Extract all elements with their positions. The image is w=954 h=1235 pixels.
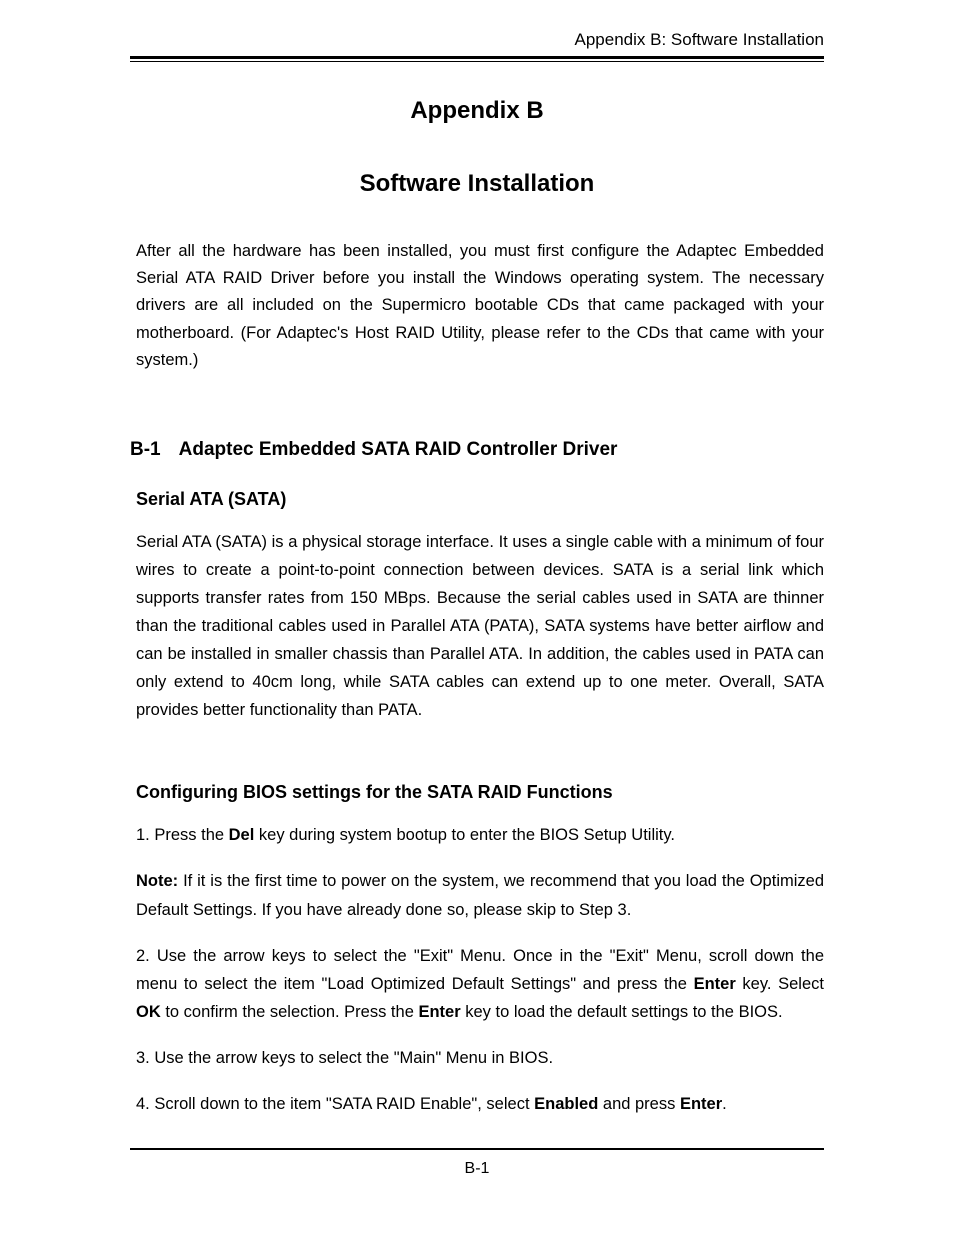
step-1: 1. Press the Del key during system bootu…	[136, 821, 824, 849]
subsection-sata-body: Serial ATA (SATA) is a physical storage …	[136, 528, 824, 724]
step-2-key-ok: OK	[136, 1003, 161, 1021]
step-1-key: Del	[229, 826, 255, 844]
step-2-mid1: key. Select	[736, 975, 824, 993]
header-rule	[130, 56, 824, 62]
step-4-mid: and press	[598, 1095, 680, 1113]
page-number: B-1	[130, 1160, 824, 1178]
step-3: 3. Use the arrow keys to select the "Mai…	[136, 1044, 824, 1072]
step-2-key-enter-2: Enter	[418, 1003, 460, 1021]
section-b1-heading: B-1 Adaptec Embedded SATA RAID Controlle…	[130, 439, 824, 461]
step-4-pre: 4. Scroll down to the item "SATA RAID En…	[136, 1095, 534, 1113]
note-label: Note:	[136, 872, 178, 890]
step-4-post: .	[722, 1095, 727, 1113]
step-2-mid2: to confirm the selection. Press the	[161, 1003, 419, 1021]
footer-rule	[130, 1148, 824, 1150]
step-4-key-enabled: Enabled	[534, 1095, 598, 1113]
note-paragraph: Note: If it is the first time to power o…	[136, 867, 824, 923]
running-header: Appendix B: Software Installation	[130, 30, 824, 50]
step-4-key-enter: Enter	[680, 1095, 722, 1113]
subsection-bios-heading: Configuring BIOS settings for the SATA R…	[136, 782, 824, 803]
appendix-title: Software Installation	[130, 170, 824, 198]
step-2-post: key to load the default settings to the …	[461, 1003, 783, 1021]
step-1-post: key during system bootup to enter the BI…	[254, 826, 675, 844]
subsection-sata-heading: Serial ATA (SATA)	[136, 489, 824, 510]
intro-paragraph: After all the hardware has been installe…	[130, 238, 824, 374]
step-1-pre: 1. Press the	[136, 826, 229, 844]
section-number: B-1	[130, 439, 161, 461]
note-body: If it is the first time to power on the …	[136, 872, 824, 918]
appendix-label: Appendix B	[130, 97, 824, 125]
step-2: 2. Use the arrow keys to select the "Exi…	[136, 942, 824, 1026]
step-2-key-enter-1: Enter	[694, 975, 736, 993]
step-4: 4. Scroll down to the item "SATA RAID En…	[136, 1090, 824, 1118]
section-title: Adaptec Embedded SATA RAID Controller Dr…	[179, 439, 618, 461]
